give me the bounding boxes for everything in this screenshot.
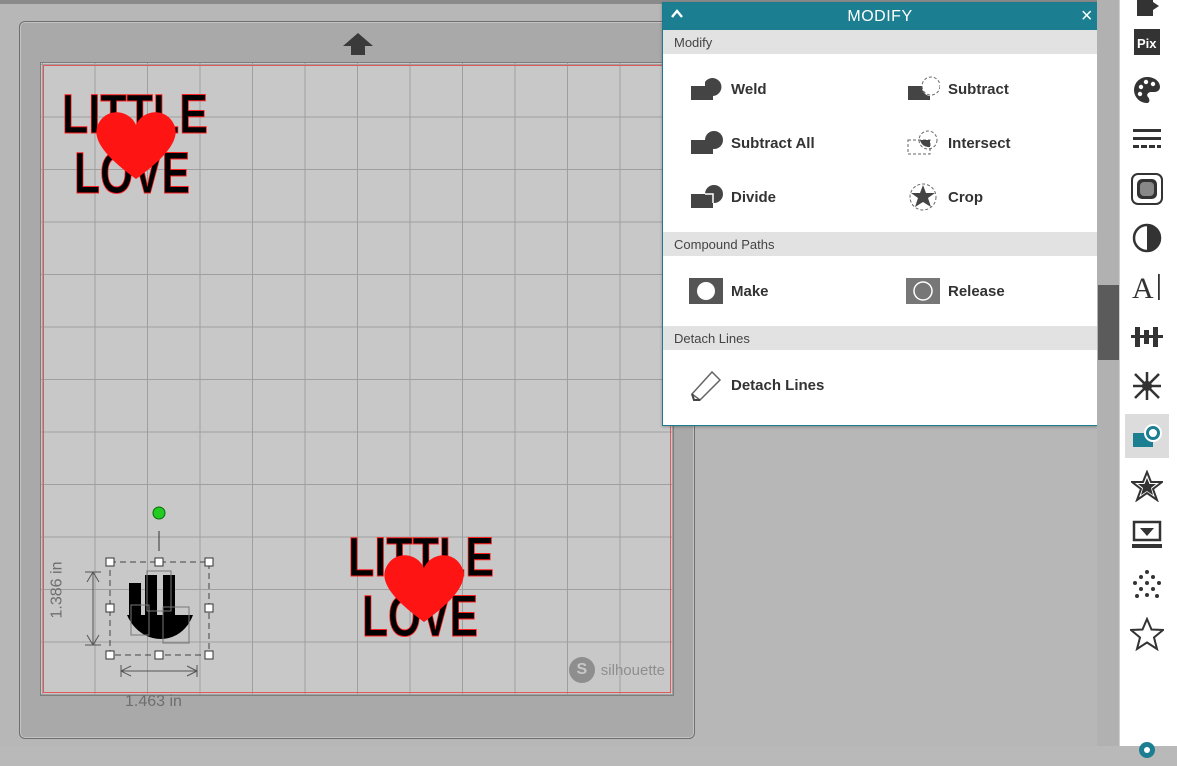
subtract-icon [904,74,942,104]
svg-text:A: A [1132,272,1154,302]
make-label: Make [731,282,769,300]
rotate-handle [152,506,166,520]
height-dimension-label: 1.386 in [48,561,66,619]
crop-button[interactable]: Crop [880,170,1097,224]
vertical-scrollbar[interactable] [1097,0,1119,746]
transform-icon[interactable] [1125,364,1169,408]
line-style-icon[interactable] [1125,117,1169,161]
detach-lines-label: Detach Lines [731,376,825,394]
silhouette-logo: S silhouette [568,657,665,683]
trace-icon[interactable] [1125,216,1169,260]
design-little-love-bottom[interactable]: LITTLE LOVE [346,526,496,644]
settings-gear-icon[interactable] [1125,722,1169,766]
intersect-button[interactable]: Intersect [880,116,1097,170]
offset-icon[interactable] [1125,167,1169,211]
compound-buttons: Make Release [663,256,1097,326]
right-toolbar: Pix A [1119,0,1177,758]
detach-lines-button[interactable]: Detach Lines [663,354,1097,416]
intersect-icon [904,128,942,158]
panel-title: MODIFY [847,7,913,25]
detach-lines-icon [687,370,725,401]
selected-design[interactable] [71,487,231,687]
width-dimension-label: 1.463 in [125,693,182,710]
weld-icon [687,74,725,104]
pixscan-icon[interactable]: Pix [1125,20,1169,64]
make-button[interactable]: Make [663,261,880,321]
weld-button[interactable]: Weld [663,62,880,116]
release-button[interactable]: Release [880,261,1097,321]
star-library-icon[interactable] [1125,464,1169,508]
release-label: Release [948,282,1005,300]
subtract-all-label: Subtract All [731,134,815,152]
modify-panel: MODIFY × Modify Weld Subtract Subtract A… [662,2,1098,426]
svg-text:Pix: Pix [1137,36,1157,51]
load-direction-arrow-icon [343,33,373,55]
section-compound-paths: Compound Paths [663,232,1097,256]
divide-label: Divide [731,188,777,206]
modify-buttons: Weld Subtract Subtract All Intersect Div… [663,54,1097,232]
subtract-all-icon [687,128,725,158]
section-modify: Modify [663,30,1097,54]
release-compound-icon [904,276,942,306]
scrollbar-thumb[interactable] [1098,285,1119,360]
divide-button[interactable]: Divide [663,170,880,224]
crop-label: Crop [948,188,983,206]
design-little-love-top-left[interactable]: LITTLE LOVE [60,83,215,201]
silhouette-brand-text: silhouette [600,661,665,679]
make-compound-icon [687,276,725,306]
modify-icon[interactable] [1125,414,1169,458]
fill-palette-icon[interactable] [1125,68,1169,112]
silhouette-logo-icon: S [568,657,595,683]
divide-icon [687,182,725,212]
close-icon[interactable]: × [1081,4,1093,28]
panel-header: MODIFY × [663,3,1097,30]
rhinestone-icon[interactable] [1125,563,1169,607]
favorite-star-icon[interactable] [1125,612,1169,656]
align-icon[interactable] [1125,315,1169,359]
subtract-all-button[interactable]: Subtract All [663,116,880,170]
section-detach-lines: Detach Lines [663,326,1097,350]
subtract-button[interactable]: Subtract [880,62,1097,116]
collapse-chevron-icon[interactable] [669,6,685,22]
detach-buttons: Detach Lines [663,350,1097,420]
cutting-mat: LITTLE LOVE LITTLE LOVE [19,21,695,739]
design-store-icon[interactable] [1125,513,1169,557]
intersect-label: Intersect [948,134,1011,152]
weld-label: Weld [731,80,767,98]
crop-icon [904,182,942,212]
subtract-label: Subtract [948,80,1009,98]
mat-grid[interactable]: LITTLE LOVE LITTLE LOVE [40,62,674,710]
text-style-icon[interactable]: A [1125,265,1169,309]
